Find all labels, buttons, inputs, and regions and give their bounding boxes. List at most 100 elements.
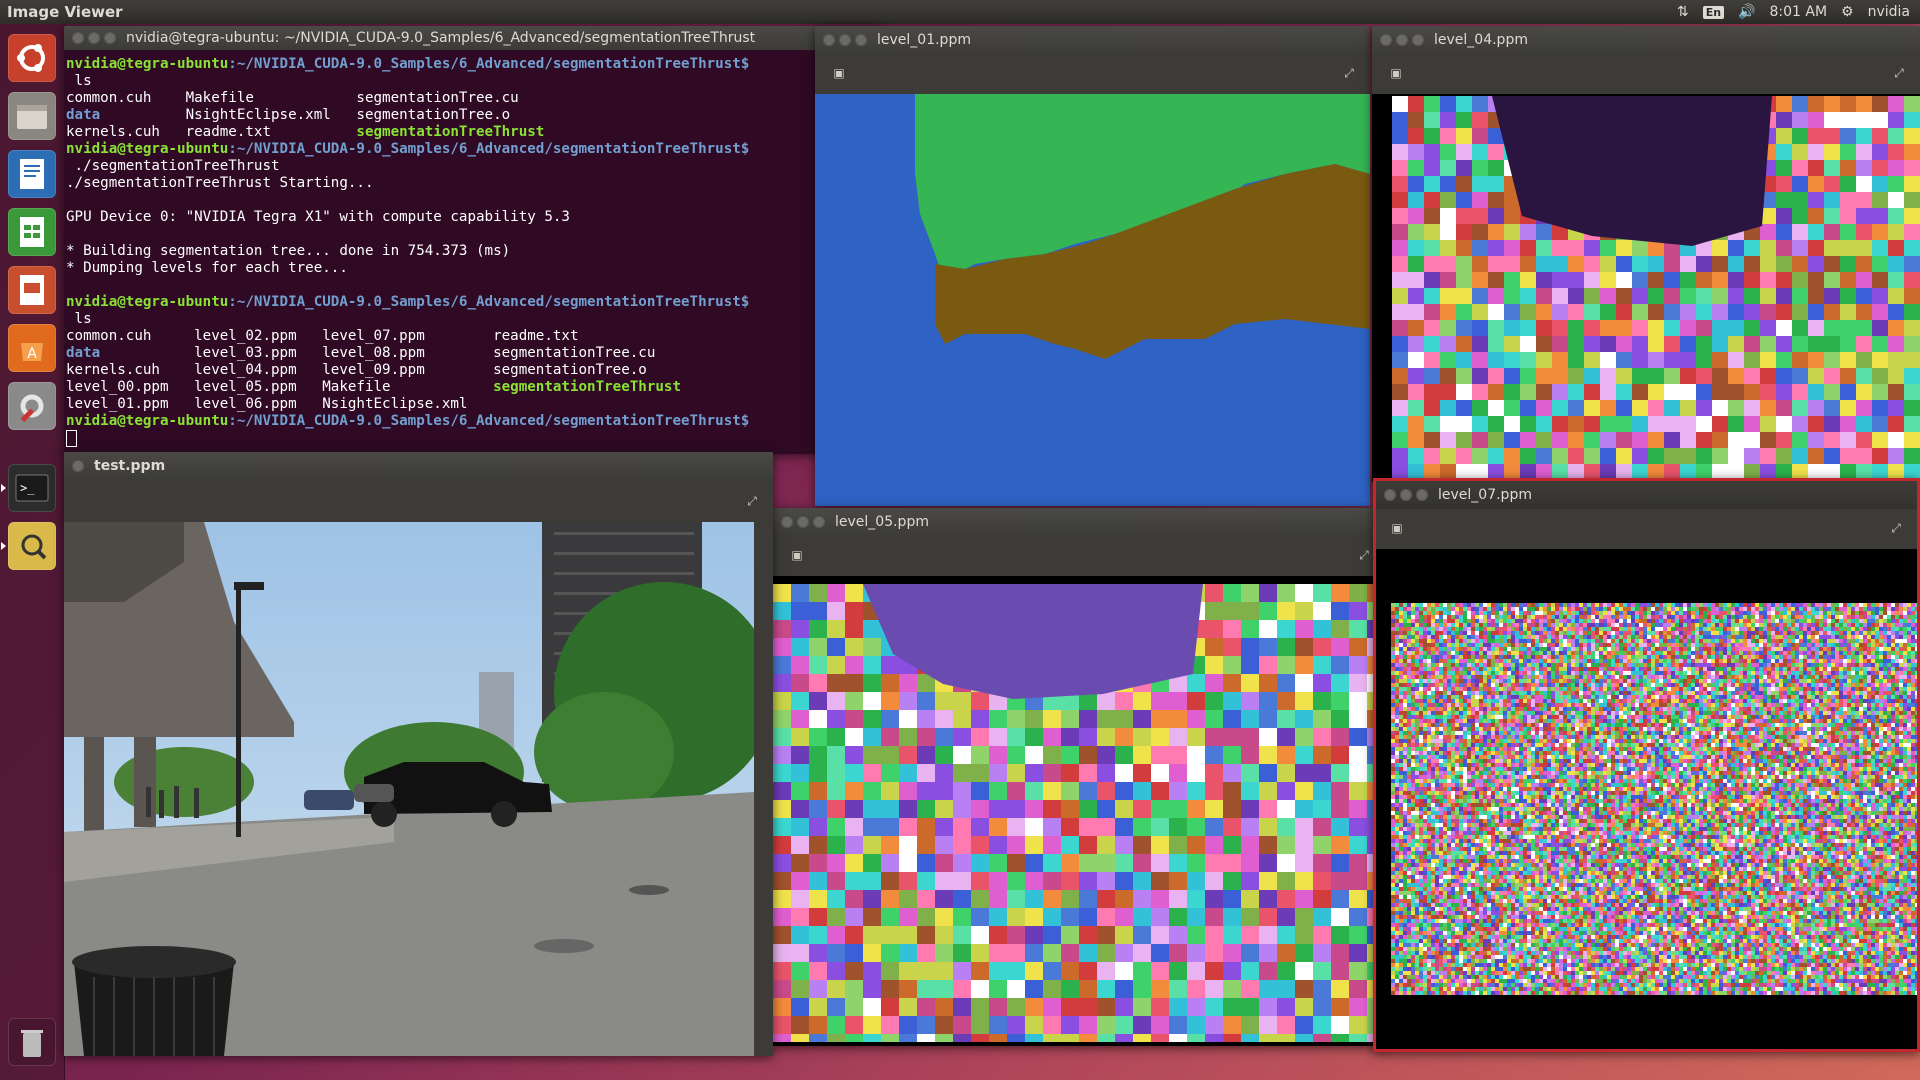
impress-icon[interactable] (8, 266, 56, 314)
fullscreen-icon[interactable]: ⤢ (1342, 66, 1356, 80)
window-title: level_05.ppm (835, 514, 929, 530)
terminal-icon[interactable]: >_ (8, 464, 56, 512)
close-button[interactable] (1384, 489, 1396, 501)
segment-cell (1811, 623, 1815, 627)
segment-cell (1779, 615, 1783, 619)
segment-cell (1511, 615, 1515, 619)
segment-cell (1205, 962, 1223, 980)
minimize-button[interactable] (88, 32, 100, 44)
segment-cell (1467, 699, 1471, 703)
segment-cell (1415, 635, 1419, 639)
segment-cell (1776, 352, 1792, 368)
segment-cell (1451, 679, 1455, 683)
segment-cell (1735, 635, 1739, 639)
minimize-button[interactable] (839, 34, 851, 46)
segment-cell (1571, 699, 1575, 703)
settings-icon[interactable] (8, 382, 56, 430)
segment-cell (1671, 615, 1675, 619)
close-button[interactable] (781, 516, 793, 528)
segment-cell (1875, 607, 1879, 611)
segment-cell (1495, 667, 1499, 671)
segment-cell (1097, 746, 1115, 764)
segment-cell (1651, 619, 1655, 623)
ubuntu-dash-icon[interactable] (8, 34, 56, 82)
segment-cell (1815, 611, 1819, 615)
calc-icon[interactable] (8, 208, 56, 256)
maximize-button[interactable] (104, 32, 116, 44)
segment-cell (1403, 639, 1407, 643)
fullscreen-icon[interactable]: ⤢ (1357, 548, 1371, 562)
user-name[interactable]: nvidia (1868, 4, 1910, 20)
segment-cell (1504, 352, 1520, 368)
maximize-button[interactable] (1416, 489, 1428, 501)
segment-cell (1619, 663, 1623, 667)
segment-cell (1723, 623, 1727, 627)
segment-cell (1851, 651, 1855, 655)
close-button[interactable] (823, 34, 835, 46)
clock[interactable]: 8:01 AM (1769, 4, 1827, 20)
image-viewer-icon[interactable] (8, 522, 56, 570)
segment-cell (1455, 691, 1459, 695)
network-icon[interactable]: ⇅ (1677, 4, 1689, 20)
segment-cell (1483, 619, 1487, 623)
segment-cell (1451, 659, 1455, 663)
segment-cell (1819, 675, 1823, 679)
segment-cell (1169, 800, 1187, 818)
fullscreen-icon[interactable]: ⤢ (1892, 66, 1906, 80)
segment-cell (1904, 160, 1920, 176)
files-icon[interactable] (8, 92, 56, 140)
segment-cell (1483, 643, 1487, 647)
segment-cell (1623, 659, 1627, 663)
segment-cell (1715, 607, 1719, 611)
segment-cell (1783, 635, 1787, 639)
keyboard-layout-indicator[interactable]: En (1702, 5, 1725, 19)
close-button[interactable] (1380, 34, 1392, 46)
segment-cell (1911, 643, 1915, 647)
segment-cell (1403, 695, 1407, 699)
segment-cell (1783, 607, 1787, 611)
fullscreen-icon[interactable]: ⤢ (1889, 521, 1903, 535)
segment-cell (1427, 695, 1431, 699)
maximize-button[interactable] (855, 34, 867, 46)
segment-cell (1807, 619, 1811, 623)
segment-cell (1807, 635, 1811, 639)
segment-cell (1679, 631, 1683, 635)
gear-icon[interactable]: ⚙ (1841, 4, 1854, 20)
maximize-button[interactable] (1412, 34, 1424, 46)
maximize-button[interactable] (813, 516, 825, 528)
segment-cell (1711, 627, 1715, 631)
segment-cell (1563, 643, 1567, 647)
segment-cell (1169, 890, 1187, 908)
close-button[interactable] (72, 32, 84, 44)
segment-cell (989, 782, 1007, 800)
segment-cell (1856, 368, 1872, 384)
segment-cell (1799, 619, 1803, 623)
volume-icon[interactable]: 🔊 (1738, 4, 1755, 20)
segment-cell (1747, 691, 1751, 695)
segment-cell (1391, 651, 1395, 655)
segment-cell (1615, 687, 1619, 691)
gallery-icon[interactable]: ▣ (790, 548, 804, 562)
segment-cell (1575, 699, 1579, 703)
segment-cell (1823, 679, 1827, 683)
segment-cell (1205, 944, 1223, 962)
segment-cell (1519, 647, 1523, 651)
minimize-button[interactable] (797, 516, 809, 528)
segment-cell (1795, 675, 1799, 679)
gallery-icon[interactable]: ▣ (1390, 521, 1404, 535)
segment-cell (1595, 667, 1599, 671)
terminal-output[interactable]: nvidia@tegra-ubuntu:~/NVIDIA_CUDA-9.0_Sa… (64, 50, 852, 454)
segment-cell (1479, 695, 1483, 699)
segment-cell (1455, 671, 1459, 675)
segment-cell (1759, 671, 1763, 675)
minimize-button[interactable] (1396, 34, 1408, 46)
segment-cell (1824, 432, 1840, 448)
gallery-icon[interactable]: ▣ (1389, 66, 1403, 80)
trash-icon[interactable] (8, 1018, 56, 1066)
writer-icon[interactable] (8, 150, 56, 198)
software-center-icon[interactable]: A (8, 324, 56, 372)
gallery-icon[interactable]: ▣ (832, 66, 846, 80)
minimize-button[interactable] (1400, 489, 1412, 501)
segment-cell (1883, 607, 1887, 611)
segmentation-image-level-07 (1391, 603, 1917, 995)
